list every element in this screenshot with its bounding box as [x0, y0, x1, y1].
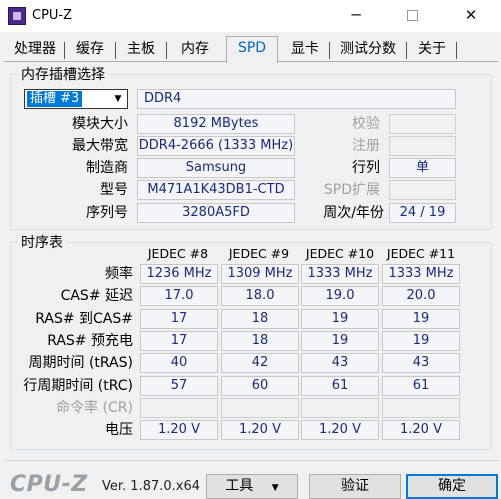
timing-cell: 20.0	[382, 286, 460, 307]
timing-cell: 1.20 V	[301, 420, 379, 441]
tools-button-label: 工具	[225, 478, 254, 494]
window-title: CPU-Z	[32, 8, 73, 23]
timing-cell: 40	[140, 353, 218, 374]
tab-cpu[interactable]: 处理器	[8, 38, 65, 62]
spd-ext-label: SPD扩展	[323, 182, 380, 198]
cpu-z-brand-logo: CPU-Z	[10, 472, 88, 497]
maximize-button[interactable]	[389, 0, 435, 32]
timing-cell: 1.20 V	[140, 420, 218, 441]
correction-label: 校验	[352, 116, 380, 132]
max-bandwidth-value: DDR4-2666 (1333 MHz)	[137, 136, 295, 156]
timing-cell: 19	[382, 330, 460, 351]
week-year-label: 周次/年份	[323, 205, 384, 221]
timing-cell: 43	[382, 353, 460, 374]
timing-row-label: 行周期时间 (tRC)	[23, 377, 133, 394]
timing-cell: 17	[140, 330, 218, 351]
timing-cell: 57	[140, 375, 218, 396]
timing-col-header: JEDEC #9	[228, 246, 290, 261]
serial-number-label: 序列号	[86, 205, 128, 221]
timing-cell: 18.0	[221, 286, 299, 307]
serial-number-value: 3280A5FD	[137, 203, 295, 223]
timing-cell: 18	[221, 308, 299, 329]
registered-label: 注册	[352, 138, 380, 154]
timing-cell	[382, 397, 460, 418]
timing-cell: 19	[301, 308, 379, 329]
tab-bar: 处理器 缓存 主板 内存 SPD 显卡 测试分数 关于	[0, 36, 501, 63]
correction-value	[389, 114, 456, 134]
tools-button[interactable]: 工具 ▼	[206, 474, 298, 499]
timing-col-header: JEDEC #10	[305, 246, 375, 261]
slot-dropdown[interactable]: 插槽 #3 ▼	[24, 89, 128, 109]
tab-bench[interactable]: 测试分数	[332, 38, 407, 62]
timing-cell: 18	[221, 330, 299, 351]
timing-cell: 17.0	[140, 286, 218, 307]
timing-row-label: RAS# 到CAS#	[35, 310, 133, 327]
spd-ext-value	[389, 180, 456, 200]
timing-row-label: 频率	[105, 266, 133, 282]
timing-col-header: JEDEC #8	[147, 246, 209, 261]
timing-cell	[140, 397, 218, 418]
timing-cell: 19	[382, 308, 460, 329]
part-number-label: 型号	[100, 182, 128, 198]
timing-row-label: RAS# 预充电	[47, 332, 133, 349]
timing-cell: 19.0	[301, 286, 379, 307]
timing-cell: 1.20 V	[382, 420, 460, 441]
timing-cell: 19	[301, 330, 379, 351]
timing-cell: 1309 MHz	[221, 264, 299, 284]
footer-separator	[4, 460, 498, 461]
manufacturer-label: 制造商	[86, 160, 128, 176]
ok-button[interactable]: 确定	[406, 474, 498, 499]
dropdown-arrow-icon: ▼	[271, 483, 279, 493]
timing-row-label: 电压	[105, 422, 133, 439]
slot-group-title: 内存插槽选择	[18, 64, 108, 84]
timing-row-label: CAS# 延迟	[60, 288, 133, 305]
week-year-value: 24 / 19	[389, 203, 456, 223]
memory-type-field: DDR4	[137, 89, 456, 109]
dropdown-arrow-icon: ▼	[114, 94, 122, 104]
close-button[interactable]: ✕	[448, 0, 494, 32]
timing-cell: 61	[382, 375, 460, 396]
module-size-label: 模块大小	[72, 116, 128, 132]
maximize-icon	[406, 10, 418, 21]
timing-cell: 42	[221, 353, 299, 374]
registered-value	[389, 136, 456, 156]
tab-spd[interactable]: SPD	[226, 36, 278, 63]
timing-cell: 60	[221, 375, 299, 396]
version-text: Ver. 1.87.0.x64	[102, 479, 201, 494]
max-bandwidth-label: 最大带宽	[72, 138, 128, 154]
tab-graphics[interactable]: 显卡	[283, 38, 330, 62]
part-number-value: M471A1K43DB1-CTD	[137, 180, 295, 200]
timing-cell: 1.20 V	[221, 420, 299, 441]
timing-cell	[301, 397, 379, 418]
timing-row-label: 周期时间 (tRAS)	[28, 355, 134, 372]
tab-caches[interactable]: 缓存	[67, 38, 116, 62]
manufacturer-value: Samsung	[137, 158, 295, 178]
tab-memory[interactable]: 内存	[170, 38, 220, 62]
timing-cell: 1333 MHz	[382, 264, 460, 284]
timing-cell: 17	[140, 308, 218, 329]
timing-col-header: JEDEC #11	[386, 246, 456, 261]
tab-about[interactable]: 关于	[410, 38, 457, 62]
timing-row-label: 命令率 (CR)	[56, 399, 133, 416]
slot-selected-value: 插槽 #3	[27, 91, 83, 107]
timing-cell: 1333 MHz	[301, 264, 379, 284]
ranks-label: 行列	[352, 160, 380, 176]
timing-cell: 43	[301, 353, 379, 374]
timings-group-title: 时序表	[18, 232, 66, 252]
timing-cell: 61	[301, 375, 379, 396]
tab-mainboard[interactable]: 主板	[118, 38, 167, 62]
cpu-z-app-icon	[8, 7, 26, 25]
timing-cell: 1236 MHz	[140, 264, 218, 284]
module-size-value: 8192 MBytes	[137, 114, 295, 134]
timing-cell	[221, 397, 299, 418]
ranks-value: 单	[389, 158, 456, 178]
minimize-button[interactable]: ─	[333, 0, 379, 32]
validate-button[interactable]: 验证	[309, 474, 401, 499]
